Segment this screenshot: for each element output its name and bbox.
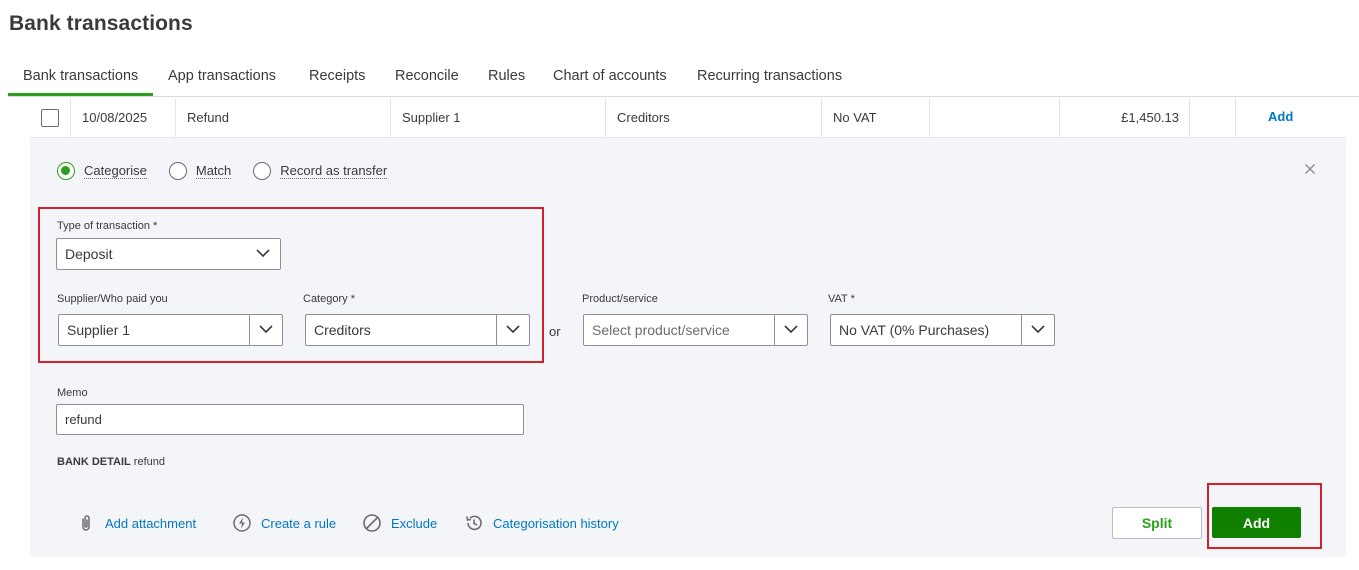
tab-app-transactions[interactable]: App transactions (168, 68, 276, 84)
vat-select[interactable]: No VAT (0% Purchases) (830, 314, 1055, 346)
chevron-down-icon (249, 315, 282, 345)
type-of-transaction-value: Deposit (65, 246, 113, 262)
row-category: Creditors (606, 98, 822, 137)
category-select[interactable]: Creditors (305, 314, 530, 346)
row-add-link[interactable]: Add (1268, 109, 1296, 124)
split-button[interactable]: Split (1112, 507, 1202, 539)
vat-value: No VAT (0% Purchases) (839, 322, 990, 338)
tab-chart-of-accounts[interactable]: Chart of accounts (553, 68, 667, 84)
close-icon[interactable] (1303, 160, 1317, 178)
create-rule-label: Create a rule (261, 515, 337, 531)
radio-button[interactable] (253, 162, 272, 180)
supplier-value: Supplier 1 (67, 322, 131, 338)
categorisation-history-link[interactable]: Categorisation history (464, 513, 619, 533)
row-description: Refund (176, 98, 391, 137)
bank-detail-label: BANK DETAIL (57, 456, 131, 468)
categorise-panel: Categorise Match Record as transfer Type… (30, 138, 1346, 557)
exclude-link[interactable]: Exclude (362, 513, 437, 533)
product-service-placeholder: Select product/service (592, 322, 730, 338)
memo-input[interactable]: refund (56, 404, 524, 435)
bank-detail: BANK DETAIL refund (57, 456, 165, 468)
radio-label-transfer: Record as transfer (280, 163, 388, 179)
exclude-label: Exclude (391, 515, 438, 531)
product-service-label: Product/service (582, 293, 658, 305)
chevron-down-icon (774, 315, 807, 345)
add-button[interactable]: Add (1212, 507, 1301, 538)
add-attachment-link[interactable]: Add attachment (76, 513, 196, 533)
paperclip-icon (76, 513, 96, 533)
history-icon (464, 513, 484, 533)
table-row[interactable]: 10/08/2025 Refund Supplier 1 Creditors N… (30, 98, 1346, 138)
memo-label: Memo (57, 387, 88, 399)
tab-bank-transactions[interactable]: Bank transactions (23, 68, 138, 84)
add-attachment-label: Add attachment (105, 515, 197, 531)
row-checkbox[interactable] (41, 108, 59, 127)
row-spent (930, 98, 1060, 137)
tab-bar: Bank transactions App transactions Recei… (8, 64, 1359, 97)
row-spacer (1190, 98, 1236, 137)
category-label: Category * (303, 293, 355, 305)
action-radio-group: Categorise Match Record as transfer (57, 160, 409, 182)
chevron-down-icon (247, 239, 280, 269)
radio-record-as-transfer[interactable]: Record as transfer (253, 162, 388, 180)
type-of-transaction-label: Type of transaction * (57, 220, 158, 232)
product-service-select[interactable]: Select product/service (583, 314, 808, 346)
row-payee: Supplier 1 (391, 98, 606, 137)
chevron-down-icon (496, 315, 529, 345)
row-vat: No VAT (822, 98, 930, 137)
radio-categorise[interactable]: Categorise (57, 162, 147, 180)
supplier-label: Supplier/Who paid you (57, 293, 168, 305)
vat-label: VAT * (828, 293, 855, 305)
or-separator: or (549, 324, 561, 339)
radio-button-checked[interactable] (57, 162, 75, 180)
lightning-icon (232, 513, 252, 533)
row-received: £1,450.13 (1060, 98, 1190, 137)
radio-label-match: Match (195, 163, 232, 179)
exclude-icon (362, 513, 382, 533)
chevron-down-icon (1021, 315, 1054, 345)
tab-reconcile[interactable]: Reconcile (395, 68, 459, 84)
page-title: Bank transactions (9, 12, 193, 35)
category-value: Creditors (314, 322, 371, 338)
row-date: 10/08/2025 (71, 98, 176, 137)
tab-recurring-transactions[interactable]: Recurring transactions (697, 68, 842, 84)
radio-button[interactable] (168, 162, 187, 180)
supplier-select[interactable]: Supplier 1 (58, 314, 283, 346)
tab-rules[interactable]: Rules (488, 68, 525, 84)
create-rule-link[interactable]: Create a rule (232, 513, 336, 533)
row-select-cell (30, 98, 71, 137)
categorisation-history-label: Categorisation history (493, 515, 619, 531)
active-tab-indicator (8, 93, 153, 96)
bank-detail-value: refund (133, 456, 165, 468)
type-of-transaction-select[interactable]: Deposit (56, 238, 281, 270)
tab-receipts[interactable]: Receipts (309, 68, 365, 84)
radio-match[interactable]: Match (168, 162, 232, 180)
radio-label-categorise: Categorise (84, 163, 147, 179)
